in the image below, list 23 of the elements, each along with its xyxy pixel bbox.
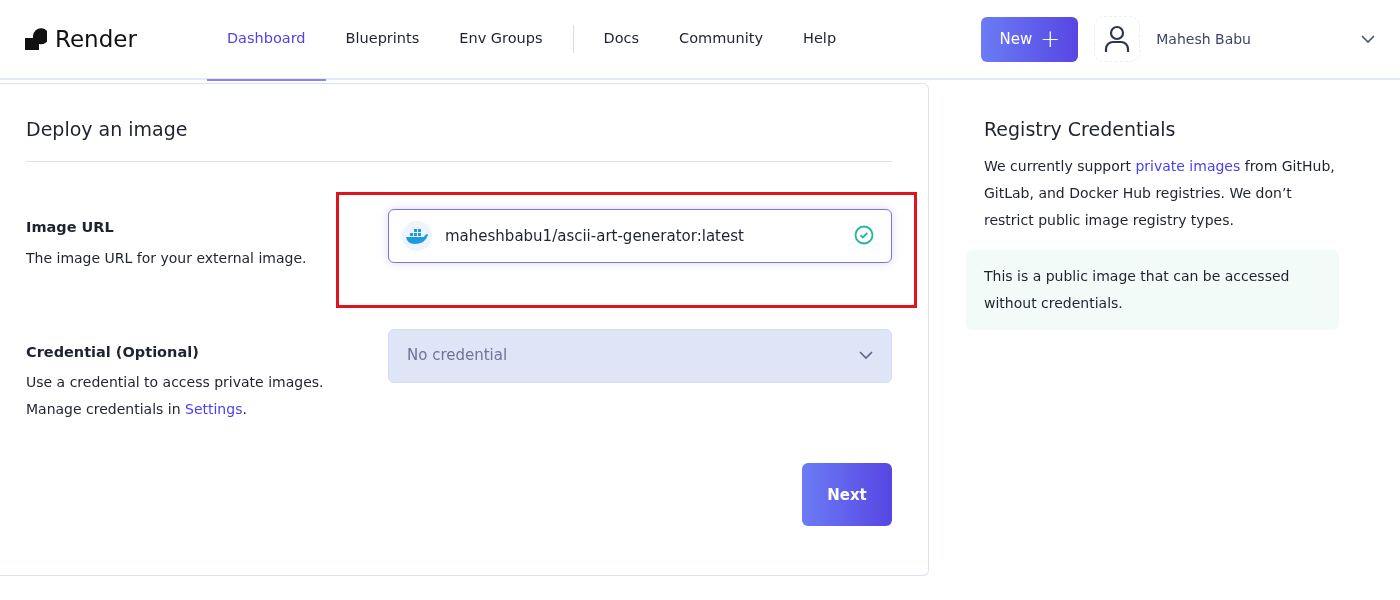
nav-link[interactable]: Blueprints: [325, 0, 440, 81]
nav-link[interactable]: Dashboard: [206, 0, 326, 81]
image-url-field[interactable]: maheshbabu1/ascii-art-generator:latest: [388, 208, 892, 263]
help-text: Manage credentials in Settings.: [26, 400, 248, 420]
nav-link[interactable]: Env Groups: [439, 0, 563, 81]
avatar-icon[interactable]: [1094, 16, 1141, 62]
field-label: Credential (Optional): [26, 342, 200, 362]
form-title: Deploy an image: [26, 84, 892, 162]
help-text: The image URL for your external image.: [26, 248, 308, 268]
next-button[interactable]: Next: [802, 463, 892, 527]
field-label: Image URL: [26, 217, 115, 237]
logo-icon: [25, 28, 47, 50]
user-name: Mahesh Babu: [1156, 29, 1251, 49]
link[interactable]: private images: [1135, 157, 1241, 174]
nav-link[interactable]: Community: [659, 0, 784, 81]
aside-title: Registry Credentials: [984, 118, 1177, 141]
new-button[interactable]: New +: [981, 16, 1079, 62]
nav-link[interactable]: Docs: [583, 0, 660, 81]
help-text: Use a credential to access private images.: [26, 373, 325, 393]
info-paragraph: We currently support private images from GitHub, GitLab, and Docker Hub registries. We don’t restrict public image registry types.: [984, 156, 1336, 230]
nav-link[interactable]: Help: [783, 0, 857, 81]
brand-name[interactable]: Render: [55, 21, 137, 57]
info-note: This is a public image that can be accessed without credentials.: [966, 249, 1339, 330]
